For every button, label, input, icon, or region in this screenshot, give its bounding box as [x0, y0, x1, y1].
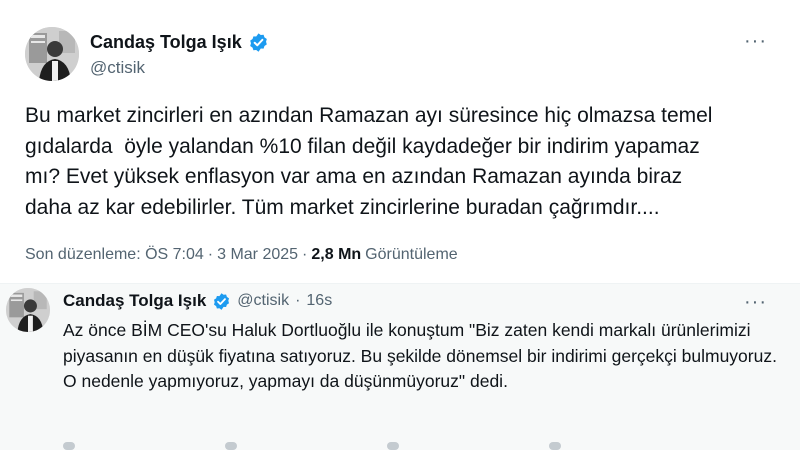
reply-timestamp[interactable]: 16s [306, 292, 332, 310]
author-name-text[interactable]: Candaş Tolga Işık [90, 32, 242, 53]
views-icon[interactable] [549, 442, 561, 450]
author-avatar[interactable] [25, 27, 79, 81]
like-icon[interactable] [387, 442, 399, 450]
reply-icon[interactable] [63, 442, 75, 450]
meta-separator: · [207, 246, 214, 263]
main-tweet: Candaş Tolga Işık @ctisik ··· Bu market … [0, 0, 800, 283]
reply-header: Candaş Tolga Işık @ctisik · 16s [63, 291, 332, 311]
author-handle[interactable]: @ctisik [90, 58, 145, 78]
reply-author-handle[interactable]: @ctisik [237, 292, 289, 310]
views-label: Görüntüleme [365, 246, 458, 263]
author-name[interactable]: Candaş Tolga Işık [90, 32, 269, 53]
reply-text: Az önce BİM CEO'su Haluk Dortluoğlu ile … [63, 320, 777, 392]
reply-action-bar [63, 442, 723, 452]
tweet-text: Bu market zincirleri en azından Ramazan … [25, 104, 713, 219]
tweet-date[interactable]: 3 Mar 2025 [217, 246, 298, 264]
reply-avatar[interactable] [6, 288, 50, 332]
more-options-icon[interactable]: ··· [744, 31, 767, 51]
more-options-icon[interactable]: ··· [744, 292, 767, 312]
reply-tweet[interactable]: Candaş Tolga Işık @ctisik · 16s ··· Az ö… [0, 284, 800, 450]
edited-timestamp[interactable]: Son düzenleme: ÖS 7:04 [25, 246, 204, 264]
tweet-metadata: Son düzenleme: ÖS 7:04 · 3 Mar 2025 · 2,… [25, 246, 458, 264]
repost-icon[interactable] [225, 442, 237, 450]
reply-separator: · [295, 292, 301, 309]
verified-badge-icon [248, 32, 269, 53]
reply-author-name[interactable]: Candaş Tolga Işık [63, 291, 206, 311]
meta-separator: · [302, 246, 308, 263]
verified-badge-icon [212, 292, 231, 311]
views-count[interactable]: 2,8 Mn [311, 246, 361, 264]
